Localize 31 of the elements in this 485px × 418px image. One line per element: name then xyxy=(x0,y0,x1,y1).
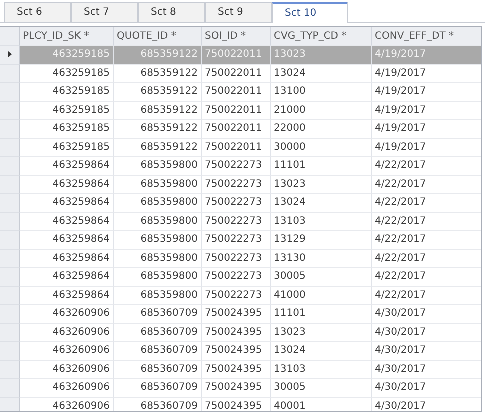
table-row[interactable]: 463259864 685359800 750022273 13129 4/22/2017 xyxy=(0,231,481,250)
table-row[interactable]: 463259185 685359122 750022011 22000 4/19/2017 xyxy=(0,120,481,138)
table-row[interactable]: 463259864 685359800 750022273 41000 4/22/2017 xyxy=(0,286,481,305)
table-cell: 685360709 xyxy=(114,398,202,411)
tab[interactable]: Sct 10 xyxy=(272,2,348,23)
table-row[interactable]: 463260906 685360709 750024395 30005 4/30/2017 xyxy=(0,379,481,398)
table-row[interactable]: 463259864 685359800 750022273 13103 4/22/2017 xyxy=(0,212,481,231)
table-cell: 750024395 xyxy=(202,398,271,411)
table-row[interactable]: 463259185 685359122 750022011 13100 4/19/2017 xyxy=(0,83,481,102)
tab[interactable]: Sct 6 xyxy=(4,2,71,22)
table-cell: 4/30/2017 xyxy=(372,398,481,411)
table-row[interactable]: 463259185 685359122 750022011 21000 4/19/2017 xyxy=(0,102,481,120)
table-cell: 40001 xyxy=(271,398,372,411)
table-cell: 463260906 xyxy=(20,398,114,411)
row-pointer-icon xyxy=(8,51,12,58)
table-row[interactable]: 463260906 685360709 750024395 13023 4/30/2017 xyxy=(0,324,481,342)
table-row[interactable]: 463259864 685359800 750022273 13130 4/22/2017 xyxy=(0,250,481,268)
row-header[interactable] xyxy=(0,46,20,64)
table-row[interactable]: 463260906 685360709 750024395 11101 4/30/2017 xyxy=(0,305,481,324)
table-row[interactable]: 463259185 685359122 750022011 30000 4/19/2017 xyxy=(0,138,481,157)
tab[interactable]: Sct 9 xyxy=(205,2,272,22)
tab[interactable]: Sct 8 xyxy=(138,2,205,22)
table-row[interactable]: 463259864 685359800 750022273 30005 4/22/2017 xyxy=(0,268,481,286)
table-row[interactable]: 463259185 685359122 750022011 13024 4/19/2017 xyxy=(0,64,481,83)
tab[interactable]: Sct 7 xyxy=(71,2,138,22)
table-row[interactable]: 463259864 685359800 750022273 13024 4/22/2017 xyxy=(0,194,481,212)
table-row[interactable]: 463260906 685360709 750024395 13024 4/30/2017 xyxy=(0,342,481,360)
table-row[interactable]: 463260906 685360709 750024395 40001 4/30/2017 xyxy=(0,398,481,411)
table-row[interactable]: 463259864 685359800 750022273 11101 4/22/2017 xyxy=(0,157,481,176)
table-row[interactable]: 463260906 685360709 750024395 13103 4/30/2017 xyxy=(0,360,481,379)
table-row[interactable]: 463259864 685359800 750022273 13023 4/22/2017 xyxy=(0,176,481,194)
